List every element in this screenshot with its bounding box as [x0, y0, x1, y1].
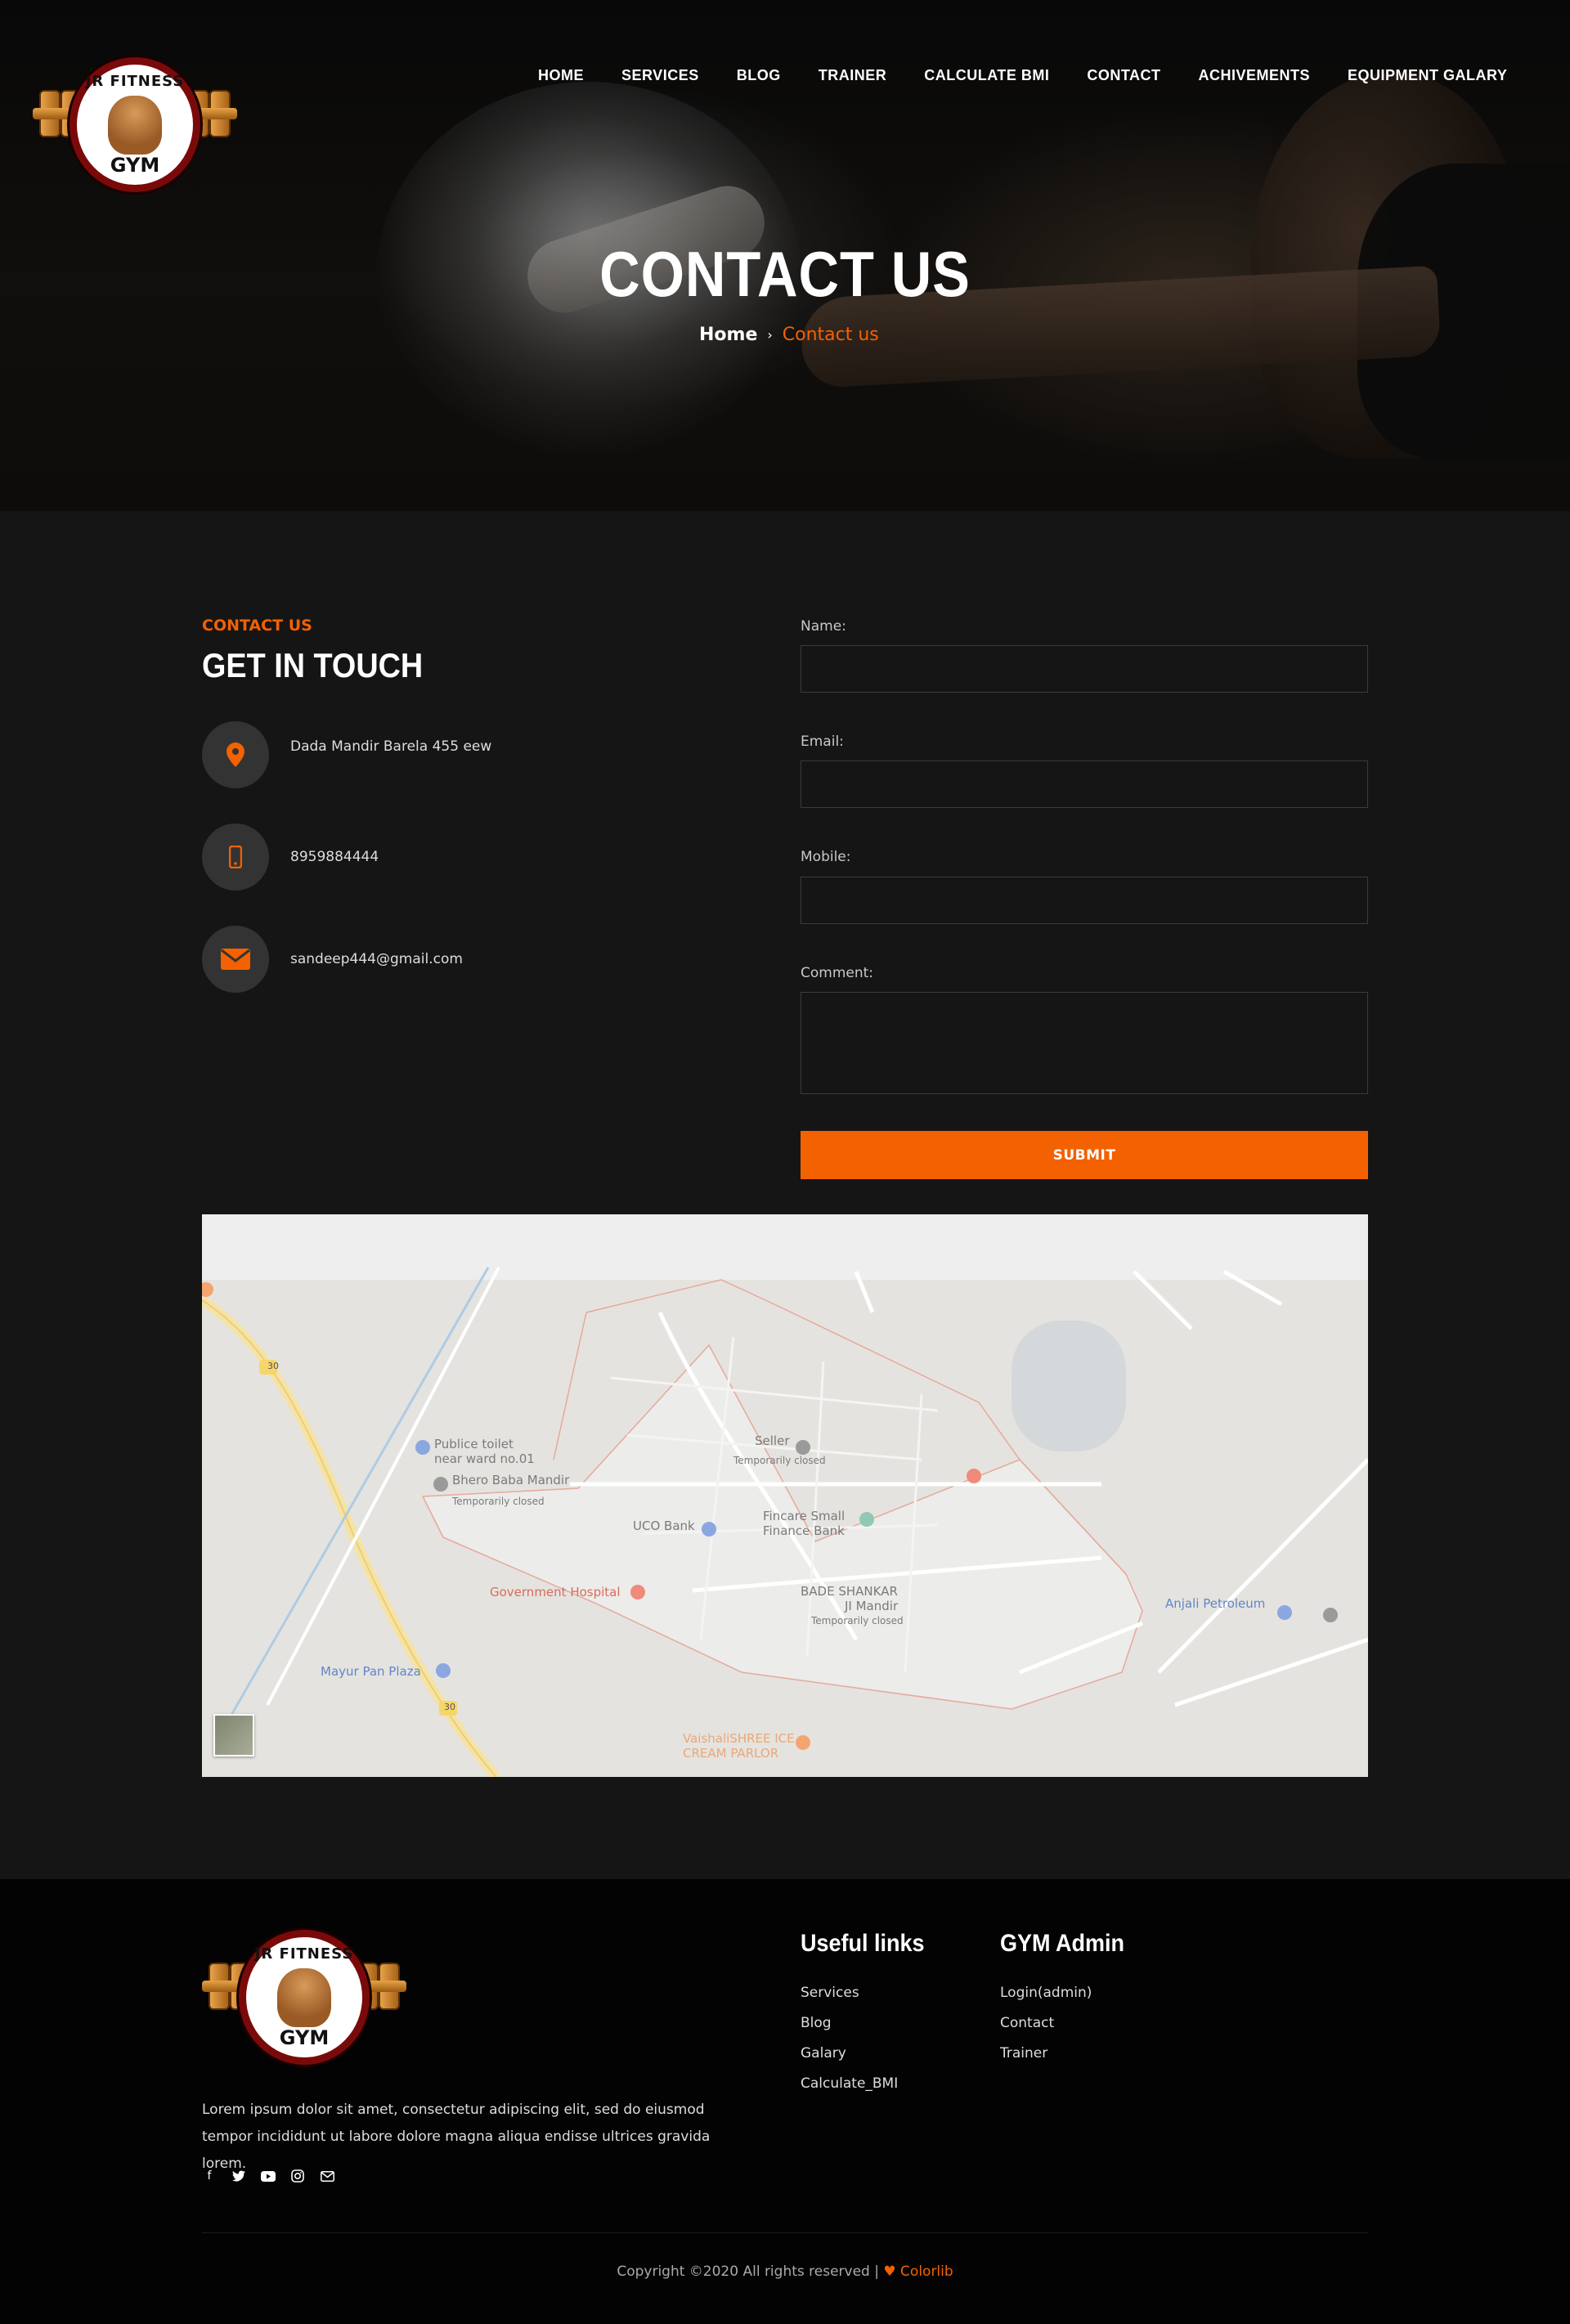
facebook-icon[interactable]: f — [202, 2169, 217, 2183]
map-label-bade[interactable]: BADE SHANKAR — [801, 1584, 898, 1599]
map-label-hospital[interactable]: Government Hospital — [490, 1585, 621, 1599]
bodybuilder-icon — [108, 96, 162, 155]
map-label-bhero[interactable]: Bhero Baba Mandir — [452, 1473, 569, 1487]
footer-divider — [202, 2232, 1368, 2233]
name-input[interactable] — [801, 645, 1368, 693]
map-label-seller-sub: Temporarily closed — [733, 1455, 826, 1466]
footer-about-text: Lorem ipsum dolor sit amet, consectetur … — [202, 2102, 711, 2172]
address-text: Dada Mandir Barela 455 eew — [290, 738, 492, 755]
nav-trainer[interactable]: TRAINER — [819, 67, 887, 88]
map-label-bhero-sub: Temporarily closed — [452, 1496, 545, 1507]
footer-link-trainer[interactable]: Trainer — [1000, 2045, 1047, 2062]
section-eyebrow: CONTACT US — [202, 617, 312, 635]
nav-calculate-bmi[interactable]: CALCULATE BMI — [924, 67, 1049, 88]
chevron-right-icon: › — [767, 327, 773, 343]
map-label-vaishali[interactable]: VaishaliSHREE ICE — [683, 1731, 795, 1746]
bodybuilder-icon — [277, 1968, 331, 2027]
mobile-input[interactable] — [801, 877, 1368, 924]
page-title: CONTACT US — [599, 238, 971, 310]
email-text: sandeep444@gmail.com — [290, 951, 463, 967]
map-label-toilet-sub: near ward no.01 — [434, 1451, 535, 1466]
footer-link-contact[interactable]: Contact — [1000, 2015, 1054, 2031]
map-label-vaishali-sub: CREAM PARLOR — [683, 1746, 779, 1761]
map-label-bade-sub: JI Mandir — [845, 1599, 899, 1613]
breadcrumb-current: Contact us — [782, 325, 879, 345]
footer-link-galary[interactable]: Galary — [801, 2045, 846, 2062]
main-nav: HOME SERVICES BLOG TRAINER CALCULATE BMI… — [538, 67, 1507, 88]
nav-achivements[interactable]: ACHIVEMENTS — [1199, 67, 1311, 88]
map-label-mayur[interactable]: Mayur Pan Plaza — [321, 1664, 421, 1679]
mobile-label: Mobile: — [801, 849, 851, 865]
footer-link-login-admin[interactable]: Login(admin) — [1000, 1985, 1092, 2001]
satellite-toggle-button[interactable] — [213, 1714, 254, 1756]
logo-top-text: JR FITNESS — [85, 73, 185, 90]
footer-logo-top-text: JR FITNESS — [254, 1945, 354, 1963]
section-title: GET IN TOUCH — [202, 646, 424, 684]
copyright-text: Copyright ©2020 All rights reserved | — [617, 2263, 879, 2280]
footer-link-services[interactable]: Services — [801, 1985, 859, 2001]
route-label-b: 30 — [444, 1702, 455, 1712]
useful-links-title: Useful links — [801, 1930, 925, 1957]
email-row: sandeep444@gmail.com — [202, 926, 463, 993]
map-label-seller[interactable]: Seller — [755, 1433, 789, 1448]
comment-label: Comment: — [801, 965, 874, 981]
route-label-a: 30 — [267, 1361, 279, 1371]
nav-contact[interactable]: CONTACT — [1087, 67, 1160, 88]
submit-button[interactable]: SUBMIT — [801, 1131, 1368, 1179]
footer-link-blog[interactable]: Blog — [801, 2015, 832, 2031]
comment-textarea[interactable] — [801, 992, 1368, 1094]
map-label-fincare[interactable]: Fincare Small — [763, 1509, 845, 1523]
nav-services[interactable]: SERVICES — [621, 67, 699, 88]
map-label-uco[interactable]: UCO Bank — [633, 1519, 695, 1533]
copyright: Copyright ©2020 All rights reserved | ♥ … — [0, 2263, 1570, 2280]
map-label-bade-sub2: Temporarily closed — [811, 1615, 904, 1626]
address-row: Dada Mandir Barela 455 eew — [202, 721, 491, 788]
map-label-anjali[interactable]: Anjali Petroleum — [1165, 1596, 1265, 1611]
mobile-phone-icon — [202, 823, 269, 891]
name-label: Name: — [801, 618, 846, 635]
phone-row: 8959884444 — [202, 823, 379, 891]
instagram-icon[interactable] — [290, 2169, 305, 2183]
nav-blog[interactable]: BLOG — [737, 67, 781, 88]
gym-admin-title: GYM Admin — [1000, 1930, 1125, 1957]
footer-logo-badge: JR FITNESS GYM — [239, 1930, 370, 2065]
phone-text: 8959884444 — [290, 849, 379, 865]
nav-equipment-galary[interactable]: EQUIPMENT GALARY — [1348, 67, 1507, 88]
map-roads — [202, 1214, 1368, 1777]
colorlib-link[interactable]: Colorlib — [900, 2263, 953, 2280]
social-links: f — [202, 2169, 334, 2183]
logo-bottom-text: GYM — [110, 154, 160, 177]
email-label: Email: — [801, 734, 844, 750]
footer-logo-bottom-text: GYM — [279, 2026, 330, 2049]
envelope-icon — [202, 926, 269, 993]
mail-icon[interactable] — [320, 2169, 334, 2183]
footer-link-calculate-bmi[interactable]: Calculate_BMI — [801, 2075, 898, 2092]
map-label-toilet[interactable]: Publice toilet — [434, 1437, 514, 1451]
footer-logo[interactable]: JR FITNESS GYM — [202, 1930, 406, 2069]
heart-icon: ♥ — [883, 2263, 896, 2280]
breadcrumb-home[interactable]: Home — [699, 325, 757, 345]
email-input[interactable] — [801, 760, 1368, 808]
twitter-icon[interactable] — [231, 2169, 246, 2183]
location-map[interactable]: 30 30 Publice toilet near ward no.01 Bhe… — [202, 1214, 1368, 1777]
nav-home[interactable]: HOME — [538, 67, 584, 88]
site-logo[interactable]: JR FITNESS GYM — [33, 57, 237, 196]
map-label-fincare-sub: Finance Bank — [763, 1523, 845, 1538]
map-pin-icon — [202, 721, 269, 788]
youtube-icon[interactable] — [261, 2169, 276, 2183]
breadcrumb: Home › Contact us — [699, 325, 879, 345]
logo-badge: JR FITNESS GYM — [70, 57, 200, 192]
